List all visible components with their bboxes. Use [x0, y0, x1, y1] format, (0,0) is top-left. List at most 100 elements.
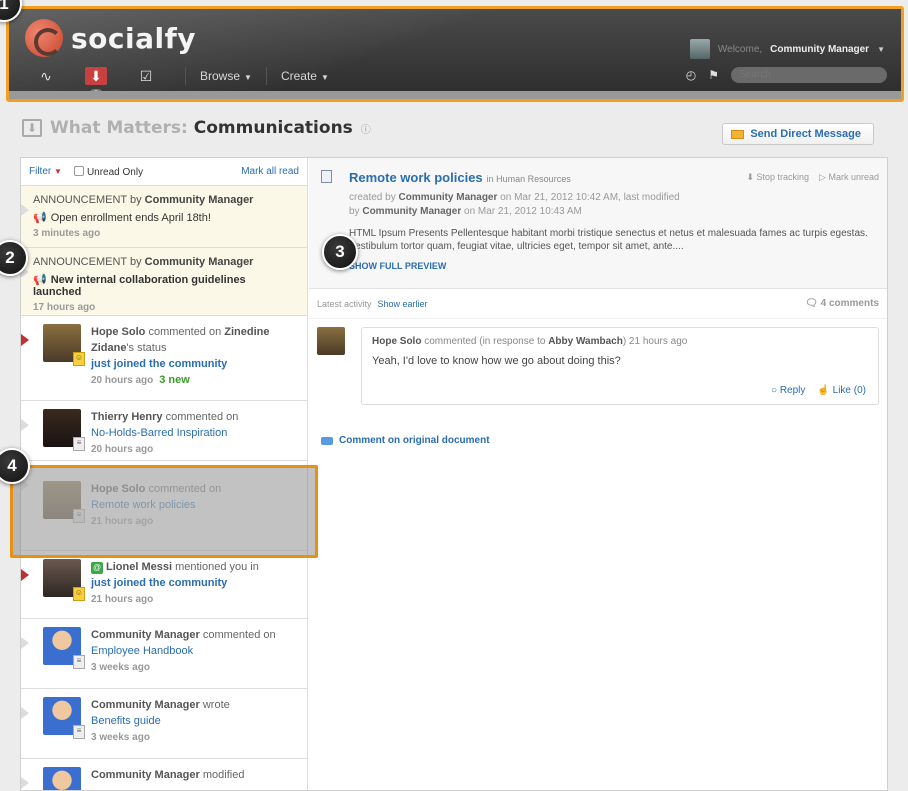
thumbs-up-icon: ☝: [817, 385, 830, 396]
unread-only-label: Unread Only: [86, 166, 144, 178]
avatar[interactable]: ☺: [43, 559, 85, 601]
announcement-header: ANNOUNCEMENT by Community Manager: [33, 256, 297, 268]
item-time: 17 hours ago: [33, 302, 96, 313]
list-item-announcement[interactable]: ANNOUNCEMENT by Community Manager 📢 New i…: [21, 248, 307, 316]
search-input[interactable]: [731, 67, 887, 83]
unread-flag-icon: [21, 777, 29, 789]
feed-body: Community Manager wrote Benefits guide 3…: [91, 697, 297, 746]
list-item[interactable]: ☺ Hope Solo commented on Zinedine Zidane…: [21, 316, 307, 401]
browse-menu[interactable]: Browse ▼: [185, 67, 266, 85]
chevron-down-icon: ▼: [244, 73, 252, 82]
feed-body: Hope Solo commented on Zinedine Zidane's…: [91, 324, 297, 389]
feed-row: Community Manager modified: [33, 767, 297, 790]
send-dm-label: Send Direct Message: [750, 128, 861, 140]
filter-dropdown[interactable]: Filter ▼: [29, 166, 62, 177]
show-full-preview-link[interactable]: SHOW FULL PREVIEW: [349, 261, 877, 271]
avatar[interactable]: ≡: [43, 409, 85, 451]
top-navbar: socialfy ∿ ⬇ 3 ☑ Browse▼ Create▼ Welcome…: [6, 6, 904, 102]
send-direct-message-button[interactable]: Send Direct Message: [722, 123, 874, 145]
feed-author[interactable]: Lionel Messi: [106, 561, 172, 573]
like-button[interactable]: ☝ Like (0): [817, 385, 866, 396]
feed-author[interactable]: Community Manager: [91, 769, 200, 781]
feed-author[interactable]: Thierry Henry: [91, 411, 163, 423]
latest-activity-label: Latest activity: [317, 298, 372, 309]
comment-thread: Hope Solo commented (in response to Abby…: [309, 319, 887, 427]
chevron-down-icon: ▼: [877, 44, 885, 54]
feed-target-link[interactable]: Benefits guide: [91, 715, 161, 727]
by-label: by: [129, 194, 142, 206]
avatar[interactable]: [43, 767, 81, 790]
page-title-main: Communications: [193, 118, 353, 138]
document-header: Remote work policies in Human Resources ⬇…: [309, 158, 887, 289]
reply-button[interactable]: ○ Reply: [771, 385, 805, 396]
user-menu[interactable]: Welcome, Community Manager ▼: [689, 39, 885, 59]
feed-target-link[interactable]: just joined the community: [91, 577, 227, 589]
document-title-link[interactable]: Remote work policies: [349, 170, 483, 185]
tasks-check-icon[interactable]: ☑: [135, 67, 157, 85]
bookmark-icon[interactable]: ⚑: [708, 68, 719, 82]
created-by-user[interactable]: Community Manager: [398, 192, 497, 203]
list-item[interactable]: ≡ Thierry Henry commented on No-Holds-Ba…: [21, 401, 307, 461]
list-item-announcement[interactable]: ANNOUNCEMENT by Community Manager 📢 Open …: [21, 186, 307, 248]
feed-time: 20 hours ago: [91, 444, 154, 455]
avatar[interactable]: ☺: [43, 324, 85, 366]
page-title: What Matters: Communications: [50, 118, 353, 138]
comment-actions: ○ Reply ☝ Like (0): [771, 385, 866, 396]
unread-only-toggle[interactable]: Unread Only: [73, 165, 144, 178]
feed-time: 3 weeks ago: [91, 662, 150, 673]
show-earlier-link[interactable]: Show earlier: [378, 299, 428, 309]
feed-action: mentioned you in: [175, 561, 259, 573]
new-count-badge: 3 new: [159, 374, 190, 386]
announcement-text: 📢 New internal collaboration guidelines l…: [33, 273, 297, 298]
feed-row: ≡ Community Manager commented on Employe…: [33, 627, 297, 676]
feed-target-link[interactable]: just joined the community: [91, 358, 227, 370]
announcement-body: Open enrollment ends April 18th!: [50, 212, 211, 224]
what-matters-icon[interactable]: ⬇ 3: [85, 67, 107, 99]
create-menu[interactable]: Create ▼: [265, 67, 343, 85]
clock-icon[interactable]: ◴: [686, 68, 696, 82]
list-item[interactable]: ≡ Community Manager commented on Employe…: [21, 619, 307, 689]
avatar[interactable]: ≡: [43, 697, 85, 739]
app-logo[interactable]: socialfy: [25, 19, 196, 57]
comment-context: commented (in response to: [424, 336, 546, 347]
avatar[interactable]: ≡: [43, 627, 85, 669]
comments-count[interactable]: 🗨 4 comments: [805, 298, 879, 309]
feed-time: 21 hours ago: [91, 594, 154, 605]
mention-icon: @: [91, 562, 103, 574]
unread-flag-icon: [21, 569, 29, 581]
unread-only-checkbox[interactable]: [73, 165, 84, 176]
filter-bar: Filter ▼ Unread Only Mark all read: [21, 158, 307, 186]
list-item[interactable]: ≡ Community Manager wrote Benefits guide…: [21, 689, 307, 759]
comment-reply-to[interactable]: Abby Wambach: [548, 336, 623, 347]
list-item[interactable]: Community Manager modified: [21, 759, 307, 790]
modified-by-label: by: [349, 206, 360, 217]
help-icon[interactable]: ⓘ: [361, 121, 371, 136]
announcement-author: Community Manager: [144, 194, 254, 206]
navbar-underbar: [9, 91, 901, 99]
mark-all-read-link[interactable]: Mark all read: [241, 166, 299, 177]
avatar[interactable]: [317, 327, 345, 355]
feed-row: ≡ Community Manager wrote Benefits guide…: [33, 697, 297, 746]
document-icon: ≡: [73, 725, 85, 739]
feed-time: 3 weeks ago: [91, 732, 150, 743]
feed-body: Community Manager commented on Employee …: [91, 627, 297, 676]
unread-flag-icon: [21, 334, 29, 346]
document-icon: ≡: [73, 655, 85, 669]
feed-author[interactable]: Hope Solo: [91, 326, 145, 338]
mark-unread-button[interactable]: ▷ Mark unread: [819, 172, 879, 183]
feed-author[interactable]: Community Manager: [91, 629, 200, 641]
feed-author[interactable]: Community Manager: [91, 699, 200, 711]
list-item[interactable]: ☺ @ Lionel Messi mentioned you in just jo…: [21, 551, 307, 619]
modified-by-user[interactable]: Community Manager: [362, 206, 461, 217]
comment-author[interactable]: Hope Solo: [372, 336, 421, 347]
callout-3: 3: [322, 234, 358, 270]
feed-row: ☺ Hope Solo commented on Zinedine Zidane…: [33, 324, 297, 389]
feed-action: wrote: [202, 699, 230, 711]
comment-time: ) 21 hours ago: [622, 336, 688, 347]
feed-target-link[interactable]: No-Holds-Barred Inspiration: [91, 427, 227, 439]
activity-icon[interactable]: ∿: [35, 67, 57, 85]
document-meta: created by Community Manager on Mar 21, …: [349, 191, 877, 219]
comment-on-original-link[interactable]: Comment on original document: [309, 427, 887, 454]
stop-tracking-button[interactable]: ⬇ Stop tracking: [746, 172, 809, 183]
feed-target-link[interactable]: Employee Handbook: [91, 645, 193, 657]
